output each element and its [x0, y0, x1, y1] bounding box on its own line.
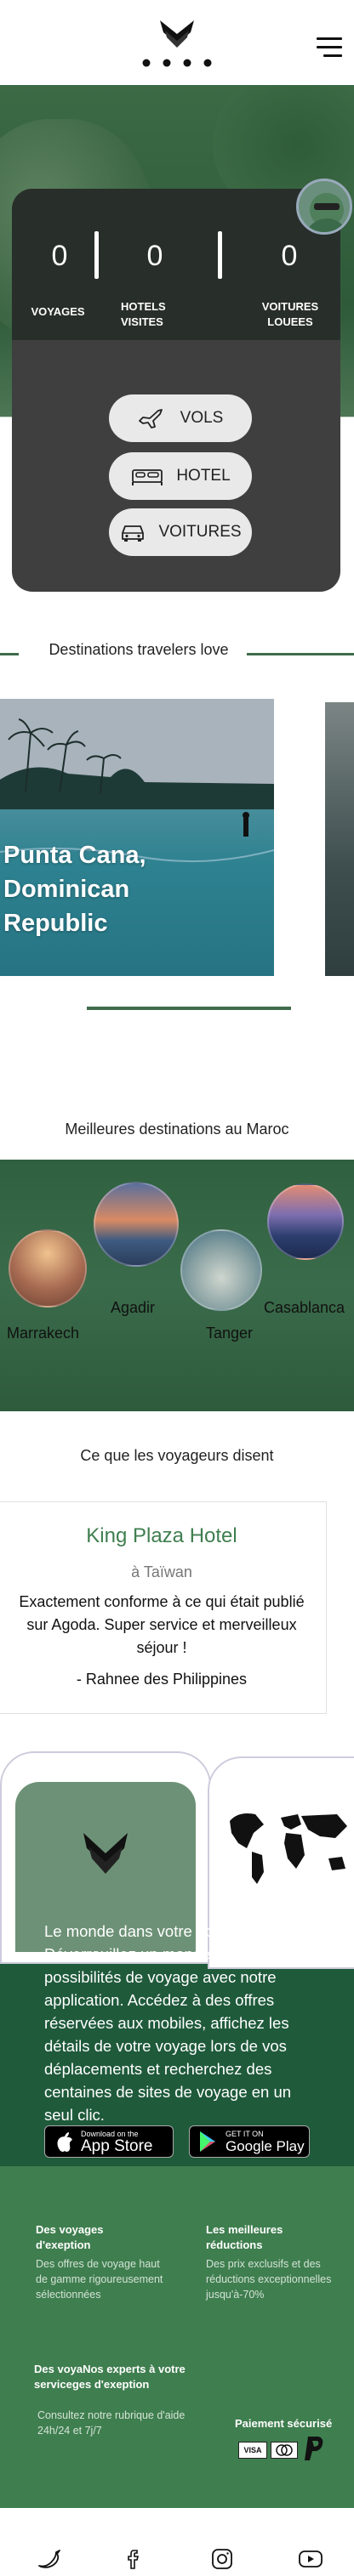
app-store-button[interactable]: Download on the App Store [44, 2125, 174, 2158]
footer-col2-title: Les meilleures réductions [206, 2223, 283, 2251]
stat-divider [218, 231, 222, 279]
world-map-icon [230, 1813, 347, 1884]
flights-button[interactable]: VOLS [109, 394, 252, 442]
footer-col3-title: Des voyaNos experts à votre serviceges d… [34, 2363, 186, 2391]
google-play-button[interactable]: GET IT ON Google Play [189, 2125, 310, 2158]
review-hotel-name[interactable]: King Plaza Hotel [0, 1524, 328, 1548]
stat-hotels-value: 0 [146, 240, 163, 272]
car-icon [122, 525, 145, 542]
destination-card-next[interactable] [325, 702, 354, 976]
city-tanger-image[interactable] [180, 1229, 262, 1311]
title-divider-right [247, 653, 354, 655]
review-author: - Rahnee des Philippines [76, 1671, 248, 1688]
title-divider-left [0, 653, 19, 655]
google-play-icon [200, 2131, 215, 2152]
footer-col1-text: Des offres de voyage haut de gamme rigou… [36, 2258, 163, 2301]
twitter-icon[interactable] [37, 2549, 63, 2569]
menu-icon[interactable] [317, 37, 342, 60]
visa-icon: VISA [238, 2442, 267, 2459]
city-marrakech-image[interactable] [9, 1229, 87, 1308]
facebook-icon[interactable] [123, 2549, 148, 2569]
city-tanger-label[interactable]: Tanger [206, 1325, 253, 1342]
city-marrakech-label[interactable]: Marrakech [7, 1325, 79, 1342]
stat-hotels-label: HOTELS VISITES [121, 300, 166, 328]
reviews-title: Ce que les voyageurs disent [80, 1447, 274, 1464]
mastercard-icon [271, 2442, 298, 2459]
paypal-icon [305, 2437, 323, 2460]
youtube-icon[interactable] [298, 2549, 323, 2569]
stat-divider [94, 231, 99, 279]
city-agadir-image[interactable] [94, 1182, 179, 1267]
payment-title: Paiement sécurisé [235, 2417, 333, 2430]
instagram-icon[interactable] [209, 2549, 235, 2569]
review-location: à Taïwan [131, 1563, 192, 1580]
city-casablanca-image[interactable] [267, 1183, 344, 1260]
footer-col2-text: Des prix exclusifs et des réductions exc… [206, 2258, 332, 2301]
destination-card-title: Punta Cana, Dominican Republic [3, 842, 146, 937]
review-card: King Plaza Hotel à Taïwan Exactement con… [0, 1501, 327, 1714]
apple-icon [57, 2132, 72, 2152]
cars-button[interactable]: VOITURES [109, 508, 252, 556]
stat-voitures-value: 0 [281, 240, 298, 272]
stat-voyages-value: 0 [51, 240, 68, 272]
bed-icon [132, 469, 163, 485]
stat-voyages-label: VOYAGES [31, 305, 85, 318]
maroc-title: Meilleures destinations au Maroc [65, 1121, 289, 1138]
city-casablanca-label[interactable]: Casablanca [264, 1299, 345, 1317]
hotel-button[interactable]: HOTEL [109, 452, 252, 500]
footer-col3-text: Consultez notre rubrique d'aide 24h/24 e… [37, 2409, 186, 2437]
stat-voitures-label: VOITURES LOUEES [261, 300, 319, 328]
user-avatar[interactable] [296, 179, 352, 235]
site-header [0, 0, 354, 85]
carousel-indicator[interactable] [87, 1007, 291, 1010]
plane-icon [138, 409, 163, 428]
city-agadir-label[interactable]: Agadir [111, 1299, 155, 1317]
review-quote: Exactement conforme à ce qui était publi… [19, 1593, 305, 1656]
footer-col1-title: Des voyages d'exeption [36, 2223, 104, 2251]
destinations-title: Destinations travelers love [49, 641, 229, 658]
app-promo-text: Le monde dans votre poche Déverrouillez … [44, 1922, 292, 2124]
brand-logo[interactable] [134, 15, 220, 71]
